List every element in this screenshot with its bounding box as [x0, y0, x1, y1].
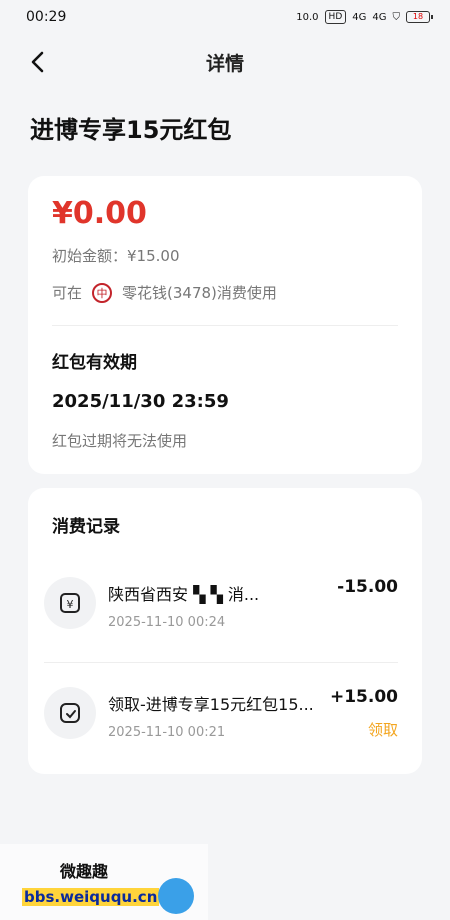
- signal-icon: 4G: [352, 11, 367, 23]
- divider: [44, 662, 398, 663]
- net-speed-indicator: 10.0: [296, 11, 319, 23]
- expiry-note: 红包过期将无法使用: [52, 432, 188, 450]
- record-amount: -15.00: [337, 577, 398, 597]
- watermark-url: bbs.weiququ.cn: [22, 888, 160, 906]
- records-card: 消费记录 ¥ 陕西省西安 ▚ ▚ 消... 2025-11-10 00:24 -…: [28, 488, 422, 774]
- battery-icon: 18: [406, 11, 433, 23]
- signal-icon-2: 4G: [372, 11, 387, 23]
- status-time: 00:29: [26, 9, 67, 25]
- divider: [52, 325, 398, 326]
- validity-label: 红包有效期: [52, 353, 137, 373]
- shield-icon: ⛉: [392, 11, 401, 23]
- records-title: 消费记录: [52, 517, 120, 537]
- record-item[interactable]: ¥ 陕西省西安 ▚ ▚ 消... 2025-11-10 00:24 -15.00: [44, 577, 398, 663]
- bank-icon: 中: [92, 282, 113, 303]
- status-bar: 00:29 10.0 HD 4G 4G ⛉ 18: [0, 0, 450, 34]
- record-time: 2025-11-10 00:24: [108, 615, 226, 630]
- nav-bar: 详情: [0, 34, 450, 90]
- yen-receipt-icon: ¥: [44, 577, 96, 629]
- record-name: 陕西省西安 ▚ ▚ 消...: [108, 585, 260, 604]
- watermark-title: 微趣趣: [60, 862, 109, 881]
- record-item[interactable]: 领取-进博专享15元红包15... 2025-11-10 00:21 +15.0…: [44, 687, 398, 773]
- redpacket-card: ¥0.00 初始金额：¥15.00 可在 中 零花钱(3478)消费使用 红包有…: [28, 176, 422, 474]
- page-title: 进博专享15元红包: [30, 116, 232, 144]
- nav-title: 详情: [205, 52, 244, 75]
- usage-merchant: 可在 中 零花钱(3478)消费使用: [52, 282, 277, 303]
- expiry-date: 2025/11/30 23:59: [52, 391, 229, 412]
- watermark: 微趣趣 bbs.weiququ.cn: [0, 844, 208, 920]
- receipt-check-icon: [44, 687, 96, 739]
- back-arrow-icon[interactable]: [28, 50, 48, 74]
- record-name: 领取-进博专享15元红包15...: [108, 695, 314, 714]
- mascot-icon: [158, 878, 194, 914]
- hd-icon: HD: [324, 10, 347, 24]
- record-amount: +15.00: [329, 687, 398, 707]
- initial-amount: 初始金额：¥15.00: [52, 247, 180, 265]
- svg-text:¥: ¥: [67, 598, 74, 611]
- record-tag: 领取: [367, 721, 398, 739]
- balance-amount: ¥0.00: [52, 196, 147, 231]
